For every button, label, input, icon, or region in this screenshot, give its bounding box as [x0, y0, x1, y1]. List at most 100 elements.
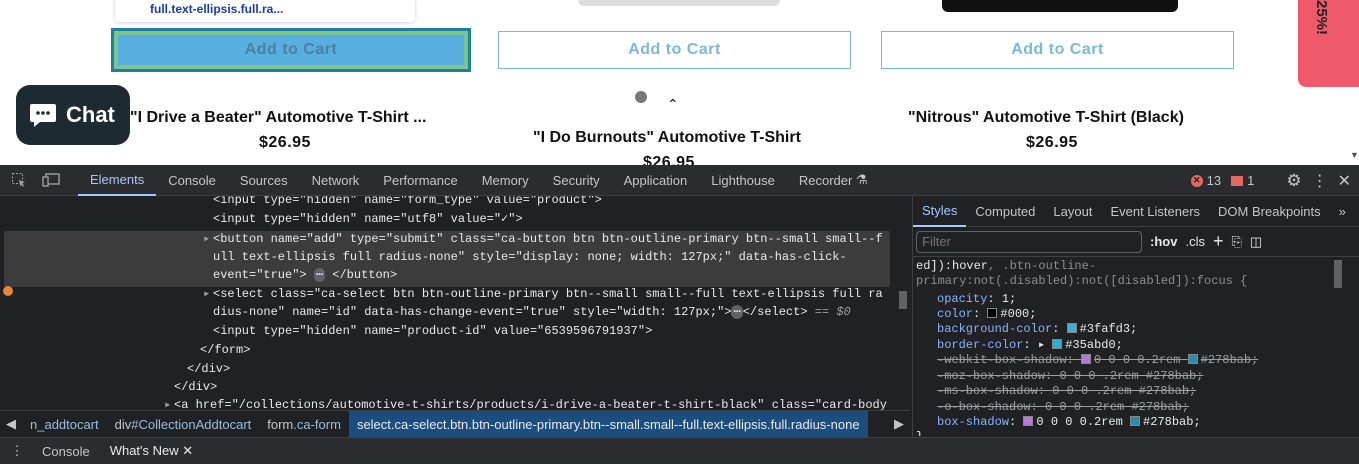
selected-node-marker: == $0	[814, 305, 851, 319]
color-swatch[interactable]	[1130, 416, 1141, 426]
code-line[interactable]: </form>	[200, 341, 250, 359]
sidebar-toggle-icon[interactable]: ◫	[1250, 234, 1262, 250]
tab-security[interactable]: Security	[541, 165, 612, 196]
style-property[interactable]: box-shadow: 0 0 0 0.2rem #278bab;	[937, 415, 1201, 431]
tab-sources[interactable]: Sources	[228, 165, 300, 196]
breadcrumb-item[interactable]: form.ca-form	[259, 417, 349, 432]
drawer-tab-whats-new[interactable]: What's New ✕	[100, 443, 203, 459]
class-toggle[interactable]: .cls	[1185, 234, 1205, 249]
tab-performance[interactable]: Performance	[371, 165, 469, 196]
tab-console[interactable]: Console	[156, 165, 228, 196]
tab-memory[interactable]: Memory	[470, 165, 541, 196]
color-swatch[interactable]	[1052, 339, 1063, 349]
tab-application[interactable]: Application	[612, 165, 700, 196]
tab-elements[interactable]: Elements	[78, 165, 157, 196]
code-line[interactable]: <input type="hidden" name="utf8" value="…	[213, 210, 523, 228]
hover-state-toggle[interactable]: :hov	[1150, 234, 1177, 249]
inspect-element-icon[interactable]	[6, 170, 32, 190]
rule-selector: primary:not(.disabled):not([disabled]):f…	[916, 274, 1248, 288]
code-line[interactable]: <input type="hidden" name="product-id" v…	[213, 322, 652, 340]
code-line[interactable]: dius-none" name="id" data-has-change-eve…	[213, 303, 851, 321]
error-counter[interactable]: ✕ 13	[1190, 173, 1222, 188]
add-to-cart-button[interactable]: Add to Cart	[881, 31, 1234, 69]
style-property[interactable]: background-color: #3fafd3;	[937, 322, 1137, 338]
promo-tab[interactable]: 25%!	[1298, 0, 1359, 87]
add-to-cart-button[interactable]: Add to Cart	[498, 31, 851, 69]
more-tabs-icon[interactable]: »	[1330, 196, 1355, 227]
tab-computed[interactable]: Computed	[966, 196, 1044, 227]
more-options-icon[interactable]: ⋮	[1312, 171, 1328, 191]
product-title[interactable]: "I Do Burnouts" Automotive T-Shirt	[533, 129, 801, 147]
tab-lighthouse[interactable]: Lighthouse	[699, 165, 787, 196]
chat-button[interactable]: Chat	[16, 85, 130, 145]
color-swatch[interactable]	[1066, 323, 1077, 333]
style-property-overridden[interactable]: -webkit-box-shadow: 0 0 0 0.2rem #278bab…	[937, 353, 1258, 369]
elements-tree[interactable]: <input type="hidden" name="form_type" va…	[0, 196, 896, 410]
tab-recorder[interactable]: Recorder ⚗	[787, 165, 880, 196]
code-line[interactable]: <input type="hidden" name="form_type" va…	[213, 196, 602, 209]
devtools-toolbar: Elements Console Sources Network Perform…	[0, 165, 1359, 196]
code-line[interactable]: event="true"> ⋯ </button>	[213, 266, 397, 284]
styles-filter-input[interactable]	[916, 230, 1142, 253]
tab-event-listeners[interactable]: Event Listeners	[1101, 196, 1209, 227]
chevron-right-icon[interactable]: ▶	[888, 416, 910, 432]
breadcrumb-item-selected[interactable]: select .ca-select.btn.btn-outline-primary…	[348, 411, 868, 437]
drawer-menu-icon[interactable]: ⋮	[8, 443, 26, 459]
shadow-editor-icon[interactable]	[1081, 354, 1092, 364]
ellipsis-icon[interactable]: ⋯	[313, 268, 326, 282]
style-property[interactable]: opacity: 1;	[937, 292, 1016, 308]
shadow-editor-icon[interactable]	[1023, 416, 1034, 426]
style-property-overridden[interactable]: -ms-box-shadow: 0 0 0 .2rem #278bab;	[937, 384, 1196, 400]
breadcrumb-item[interactable]: div#CollectionAddtocart	[107, 417, 260, 432]
device-toolbar-icon[interactable]	[38, 170, 64, 190]
add-to-cart-button-highlighted[interactable]: Add to Cart	[111, 28, 471, 72]
chevron-up-icon[interactable]: ⌃	[667, 96, 679, 113]
breadcrumb: ◀ n_addtocart div#CollectionAddtocart fo…	[0, 410, 910, 437]
product-image-3	[942, 0, 1178, 12]
tab-styles[interactable]: Styles	[913, 196, 967, 227]
paint-roller-icon[interactable]: ⎘	[1231, 234, 1241, 250]
elements-scrollbar[interactable]	[896, 196, 910, 410]
expand-arrow-icon[interactable]: ▸	[1038, 338, 1045, 352]
expand-arrow-icon[interactable]: ▸	[164, 396, 171, 410]
code-fragment: event="true">	[213, 268, 307, 282]
drawer-tab-console[interactable]: Console	[32, 444, 100, 459]
tab-dom-breakpoints[interactable]: DOM Breakpoints	[1209, 196, 1330, 227]
gear-icon[interactable]: ⚙	[1286, 171, 1301, 191]
error-icon: ✕	[1190, 174, 1203, 187]
issue-counter[interactable]: 1	[1231, 173, 1254, 188]
code-line[interactable]: ull text-ellipsis full radius-none" styl…	[213, 248, 847, 266]
scroll-down-icon[interactable]: ▼	[1350, 150, 1359, 160]
color-swatch[interactable]	[1187, 354, 1198, 364]
style-property[interactable]: border-color: ▸ #35abd0;	[937, 338, 1123, 354]
error-count: 13	[1206, 173, 1222, 188]
product-price: $26.95	[259, 134, 311, 151]
chevron-left-icon[interactable]: ◀	[0, 416, 22, 432]
close-icon[interactable]: ✕	[1338, 171, 1351, 191]
web-page: Add to Cart full.text-ellipsis.full.ra..…	[0, 0, 1359, 165]
product-title[interactable]: "I Drive a Beater" Automotive T-Shirt ..…	[130, 109, 426, 127]
color-swatch[interactable]	[987, 308, 998, 318]
ellipsis-icon[interactable]: ⋯	[731, 305, 743, 319]
code-line[interactable]: <select class="ca-select btn btn-outline…	[213, 285, 883, 303]
breadcrumb-tag: div	[114, 416, 132, 432]
style-property[interactable]: color: #000;	[937, 307, 1036, 323]
tab-layout[interactable]: Layout	[1044, 196, 1101, 227]
breadcrumb-item[interactable]: n_addtocart	[22, 417, 107, 432]
code-line[interactable]: <a href="/collections/automotive-t-shirt…	[174, 396, 887, 410]
expand-arrow-icon[interactable]: ▸	[203, 285, 210, 303]
style-property-overridden[interactable]: -moz-box-shadow: 0 0 0 .2rem #278bab;	[937, 369, 1203, 385]
code-line[interactable]: </div>	[187, 360, 230, 378]
style-property-overridden[interactable]: -o-box-shadow: 0 0 0 .2rem #278bab;	[937, 400, 1189, 416]
add-rule-icon[interactable]: +	[1213, 231, 1224, 252]
style-rules[interactable]: ed]):hover, .btn-outline- primary:not(.d…	[913, 258, 1331, 436]
styles-scrollbar[interactable]	[1331, 258, 1345, 436]
promo-text: 25%!	[1313, 0, 1330, 36]
code-line[interactable]: <button name="add" type="submit" class="…	[213, 230, 883, 248]
product-title[interactable]: "Nitrous" Automotive T-Shirt (Black)	[908, 109, 1184, 127]
close-icon[interactable]: ✕	[182, 443, 193, 458]
code-line[interactable]: </div>	[174, 378, 217, 396]
expand-arrow-icon[interactable]: ▸	[203, 230, 210, 248]
tab-network[interactable]: Network	[300, 165, 372, 196]
breadcrumb-tag: form	[267, 416, 294, 432]
